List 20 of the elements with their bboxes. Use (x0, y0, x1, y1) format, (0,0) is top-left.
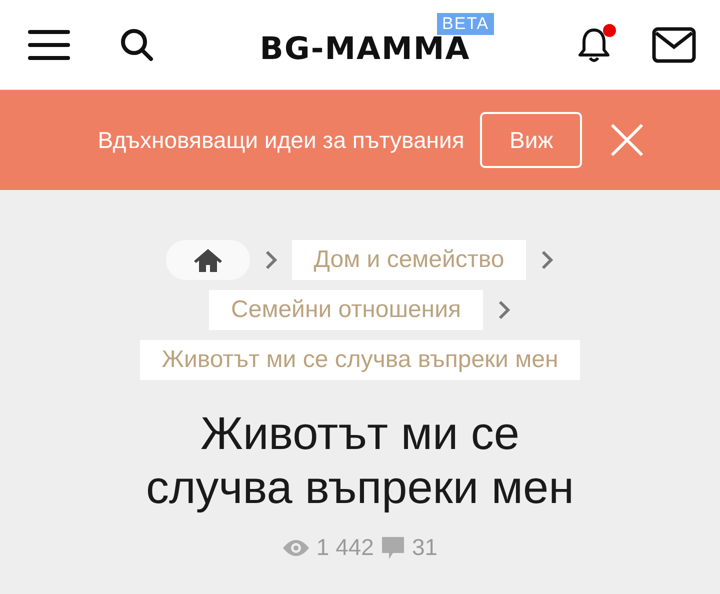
see-button[interactable]: Виж (480, 112, 582, 168)
page-title: Животът ми се случва въпреки мен (144, 406, 576, 514)
close-button[interactable] (610, 123, 644, 157)
eye-icon (282, 538, 310, 558)
views-count: 1 442 (316, 534, 374, 561)
home-icon (192, 247, 223, 273)
search-button[interactable] (120, 28, 154, 62)
breadcrumb-link[interactable]: Семейни отношения (209, 290, 483, 330)
menu-button[interactable] (28, 28, 70, 60)
comment-icon (380, 534, 406, 560)
chevron-icon (540, 249, 554, 271)
mail-button[interactable] (652, 26, 696, 62)
banner-text: Вдъхновяващи идеи за пътувания (98, 126, 464, 154)
home-link[interactable] (166, 240, 250, 280)
comments-count: 31 (412, 534, 438, 561)
chevron-icon (264, 249, 278, 271)
beta-badge: BETA (437, 12, 494, 34)
chevron-icon (496, 299, 511, 321)
breadcrumb-link[interactable]: Дом и семейство (292, 240, 526, 280)
breadcrumb-link[interactable]: Животът ми се случва въпреки мен (140, 340, 580, 380)
